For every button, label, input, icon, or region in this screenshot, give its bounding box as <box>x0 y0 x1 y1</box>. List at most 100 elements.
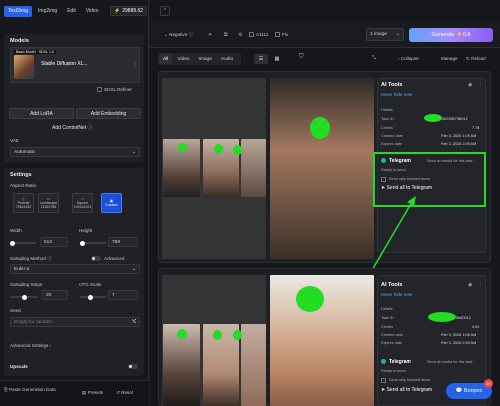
add-embedding-button[interactable]: Add Embedding <box>76 108 141 119</box>
created-value: Feb 3, 2026 1:08 AM <box>441 333 477 337</box>
copy-icon[interactable]: ⧉ <box>224 32 228 38</box>
filter-icon[interactable]: ⛉ <box>299 54 304 61</box>
ratio-portrait[interactable]: ▯ Portrait 768x1152 <box>13 193 34 213</box>
redaction-mark <box>310 117 330 139</box>
notification-badge: 26 <box>484 379 493 388</box>
model-card[interactable]: Basic Model · SDXL 1.0 Stable Diffusion … <box>10 47 140 83</box>
ratio-landscape[interactable]: ▭ Landscape 1152x768 <box>38 193 59 213</box>
cfg-input[interactable]: 7 <box>108 290 138 300</box>
add-controlnet-button[interactable]: Add ControlNet ⓘ <box>52 124 93 131</box>
chat-icon: 💬 <box>455 388 463 394</box>
more-icon[interactable]: ⋮ <box>132 61 138 68</box>
paste-icon: ⎘ <box>4 387 8 392</box>
filter-audio[interactable]: Audio <box>217 54 237 64</box>
expand-icon[interactable]: ⤡ <box>372 55 376 61</box>
advanced-toggle[interactable] <box>91 256 101 261</box>
tool-link[interactable]: never hide now <box>381 92 412 97</box>
steps-knob[interactable] <box>22 294 27 300</box>
negative-toggle[interactable]: ⌄ Negative ⓘ <box>164 32 193 38</box>
a1111-checkbox[interactable] <box>249 32 254 37</box>
more-icon[interactable]: ⋮ <box>478 82 483 88</box>
expires-value: Feb 3, 2026 2:59 AM <box>441 142 477 146</box>
ratio-custom[interactable]: ▣ Custom <box>101 193 122 213</box>
tab-video[interactable]: Video <box>82 6 103 17</box>
result-image-thumb[interactable] <box>241 139 266 197</box>
info-icon: ⓘ <box>47 256 52 261</box>
upscale-toggle[interactable] <box>128 364 138 369</box>
expires-label: Expires date <box>381 142 403 146</box>
seed-input[interactable]: Empty for random ⤭ <box>10 317 140 327</box>
steps-slider[interactable] <box>10 294 38 300</box>
more-icon[interactable]: ⋮ <box>478 282 483 288</box>
blocked-label: Send only blocked items <box>389 177 431 181</box>
blocked-checkbox[interactable] <box>381 378 386 383</box>
cfg-knob[interactable] <box>88 294 93 300</box>
refiner-checkbox[interactable] <box>97 87 102 92</box>
eye-icon[interactable]: ◉ <box>468 82 472 88</box>
chevron-down-icon: ⌄ <box>164 32 168 37</box>
filter-all[interactable]: All <box>159 54 173 64</box>
width-slider[interactable] <box>10 240 36 246</box>
width-input[interactable]: 512 <box>40 237 68 247</box>
telegram-hint: Send all media for this task <box>427 360 473 364</box>
vae-select[interactable]: Automatic ⌄ <box>10 147 140 157</box>
sparkle-icon[interactable]: ✦ <box>208 32 212 38</box>
credits-label: Credits <box>381 325 394 329</box>
filter-image[interactable]: Image <box>195 54 216 64</box>
manage-button[interactable]: Manage <box>441 56 458 61</box>
add-lora-button[interactable]: Add LoRA <box>9 108 74 119</box>
tab-img2img[interactable]: Img2img <box>34 6 61 17</box>
blocked-label: Send only blocked items <box>389 378 431 382</box>
presets-button[interactable]: ▤ Presets <box>82 390 103 396</box>
task-id-label: Task ID <box>381 316 394 320</box>
steps-label: Sampling Steps <box>10 282 43 287</box>
expires-label: Expires date <box>381 341 403 345</box>
advanced-label: Advanced <box>104 256 125 261</box>
shuffle-icon[interactable]: ⤭ <box>132 319 136 325</box>
info-icon: ⓘ <box>188 32 194 37</box>
tab-text2img[interactable]: Text2img <box>4 5 33 17</box>
height-input[interactable]: 768 <box>108 237 138 247</box>
reset-button[interactable]: ↺ Reset <box>116 390 133 396</box>
collapse-top-icon[interactable]: ⌃ <box>160 6 170 16</box>
ratio-square[interactable]: □ Square 1024x1024 <box>72 193 93 213</box>
upscale-label: Upscale <box>10 364 28 369</box>
sampling-method-label: Sampling Method ⓘ <box>10 256 52 261</box>
flx-checkbox[interactable] <box>275 32 280 37</box>
image-count-select[interactable]: 1 image ⌄ <box>366 28 404 41</box>
height-slider[interactable] <box>80 240 106 246</box>
tab-edit[interactable]: Edit <box>63 6 80 17</box>
steps-input[interactable]: 20 <box>42 290 68 300</box>
grid-view-icon[interactable]: ▦ <box>270 54 284 64</box>
chevron-down-icon: ⌄ <box>131 266 136 272</box>
cfg-slider[interactable] <box>80 294 106 300</box>
redaction-mark <box>428 312 456 322</box>
reload-button[interactable]: ↻ Reload <box>466 56 486 62</box>
credits-badge[interactable]: ⚡ 29889.62 <box>110 6 148 16</box>
advanced-settings-link[interactable]: Advanced Settings › <box>10 343 51 348</box>
eye-icon[interactable]: ◉ <box>468 282 472 288</box>
redaction-mark <box>233 145 242 155</box>
details-label: Details <box>381 108 393 112</box>
collapse-button[interactable]: › Collapse <box>398 56 419 61</box>
generate-button[interactable]: Generate ⚡ 0.8 <box>409 28 493 42</box>
telegram-hint: Send all media for this task <box>427 159 473 163</box>
bolt-icon: ⚡ <box>455 32 463 38</box>
tool-link[interactable]: never hide now <box>381 292 412 297</box>
sampler-select[interactable]: Euler a ⌄ <box>10 264 140 274</box>
redaction-mark <box>177 329 187 339</box>
filter-video[interactable]: Video <box>173 54 193 64</box>
send-all-telegram-button[interactable]: ➤ Send all to Telegram <box>381 387 432 393</box>
list-view-icon[interactable]: ☰ <box>254 54 268 64</box>
height-knob[interactable] <box>80 240 85 246</box>
info-icon: ⓘ <box>87 125 93 131</box>
settings-icon[interactable]: ⚙ <box>238 32 242 38</box>
width-knob[interactable] <box>10 240 15 246</box>
telegram-title: Telegram <box>389 359 411 365</box>
redaction-mark <box>213 330 222 340</box>
a1111-label: A1111 <box>256 32 269 37</box>
result-image-thumb[interactable] <box>241 324 266 406</box>
paste-generation-button[interactable]: ⎘ Paste Generation Data <box>4 387 56 392</box>
blocked-checkbox[interactable] <box>381 177 386 182</box>
created-value: Feb 3, 2026 1:09 AM <box>441 134 477 138</box>
